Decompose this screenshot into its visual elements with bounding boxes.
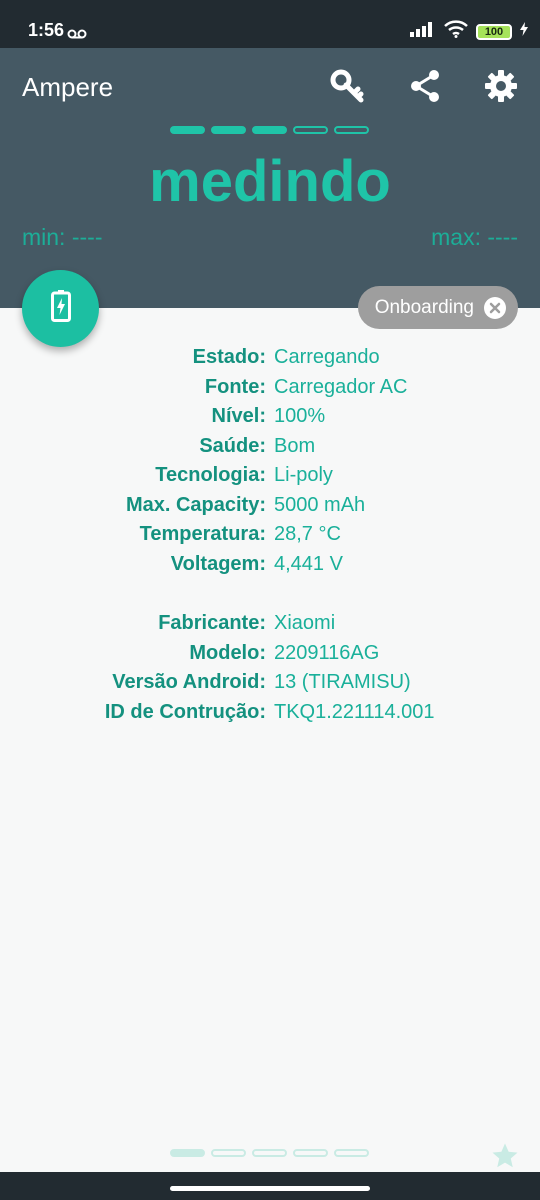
- battery-level-badge: 100: [476, 23, 512, 40]
- measure-progress: [170, 126, 369, 134]
- info-row: Tecnologia: Li-poly: [0, 461, 540, 491]
- info-row: ID de Contrução: TKQ1.221114.001: [0, 698, 540, 728]
- info-row: Temperatura: 28,7 °C: [0, 520, 540, 550]
- info-value: 5000 mAh: [274, 493, 366, 516]
- info-label: Modelo:: [189, 641, 266, 664]
- navigation-bar: [0, 1172, 540, 1200]
- app-header: Ampere medindo min: ---- max: ----: [0, 48, 540, 308]
- info-label: Nível:: [211, 405, 266, 428]
- info-row: Nível: 100%: [0, 402, 540, 432]
- home-handle[interactable]: [170, 1186, 370, 1191]
- info-row: Fonte: Carregador AC: [0, 373, 540, 403]
- info-label: Estado:: [192, 346, 266, 369]
- progress-dash: [252, 1149, 287, 1157]
- progress-dash: [170, 1149, 205, 1157]
- battery-charging-icon: [50, 290, 71, 327]
- info-row: Max. Capacity: 5000 mAh: [0, 491, 540, 521]
- onboarding-chip[interactable]: Onboarding: [357, 286, 518, 329]
- info-value: TKQ1.221114.001: [274, 700, 435, 723]
- progress-dash: [293, 126, 328, 134]
- progress-dash: [211, 1149, 246, 1157]
- info-list: Estado: Carregando Fonte: Carregador AC Níve…: [0, 343, 540, 727]
- info-label: Saúde:: [199, 434, 266, 457]
- progress-dash: [211, 126, 246, 134]
- close-icon[interactable]: [484, 296, 506, 319]
- info-label: Fonte:: [204, 375, 266, 398]
- measure-status: medindo: [149, 149, 391, 214]
- battery-info: Estado: Carregando Fonte: Carregador AC Níve…: [0, 343, 540, 579]
- info-row: Fabricante: Xiaomi: [0, 609, 540, 639]
- info-value: Carregando: [274, 346, 380, 369]
- device-info: Fabricante: Xiaomi Modelo: 2209116AG Versão …: [0, 609, 540, 727]
- info-label: Voltagem:: [170, 552, 266, 575]
- app-title: Ampere: [22, 72, 114, 102]
- info-label: ID de Contrução:: [104, 700, 266, 723]
- progress-dash: [293, 1149, 328, 1157]
- status-time: 1:56: [28, 20, 65, 40]
- signal-icon: [410, 21, 436, 42]
- wifi-icon: [444, 20, 468, 43]
- info-label: Tecnologia:: [155, 464, 266, 487]
- min-value: min: ----: [22, 224, 103, 250]
- info-row: Versão Android: 13 (TIRAMISU): [0, 668, 540, 698]
- info-label: Versão Android:: [112, 671, 266, 694]
- progress-dash: [252, 126, 287, 134]
- info-row: Estado: Carregando: [0, 343, 540, 373]
- info-value: Carregador AC: [274, 375, 408, 398]
- info-value: Xiaomi: [274, 612, 336, 635]
- voicemail-icon: [67, 26, 87, 44]
- info-row: Voltagem: 4,441 V: [0, 550, 540, 580]
- progress-dash: [170, 126, 205, 134]
- battery-fab[interactable]: [22, 270, 99, 347]
- info-value: Bom: [274, 434, 316, 457]
- info-label: Fabricante:: [158, 612, 266, 635]
- charging-bolt-icon: [520, 22, 528, 41]
- info-row: Saúde: Bom: [0, 432, 540, 462]
- progress-dash: [334, 126, 369, 134]
- info-value: 2209116AG: [274, 641, 380, 664]
- info-row: Modelo: 2209116AG: [0, 639, 540, 669]
- onboarding-label: Onboarding: [374, 296, 474, 318]
- star-icon[interactable]: [490, 1141, 520, 1176]
- info-value: 100%: [274, 405, 326, 428]
- info-value: 13 (TIRAMISU): [274, 671, 411, 694]
- info-value: 28,7 °C: [274, 523, 341, 546]
- share-icon[interactable]: [405, 66, 445, 106]
- max-value: max: ----: [431, 224, 518, 250]
- key-icon[interactable]: [327, 66, 367, 106]
- info-label: Temperatura:: [139, 523, 266, 546]
- info-label: Max. Capacity:: [125, 493, 266, 516]
- info-value: 4,441 V: [274, 552, 343, 575]
- page-indicator: [170, 1149, 369, 1157]
- progress-dash: [334, 1149, 369, 1157]
- gear-icon[interactable]: [481, 66, 521, 106]
- info-value: Li-poly: [274, 464, 333, 487]
- status-bar: 1:56 100: [0, 0, 540, 48]
